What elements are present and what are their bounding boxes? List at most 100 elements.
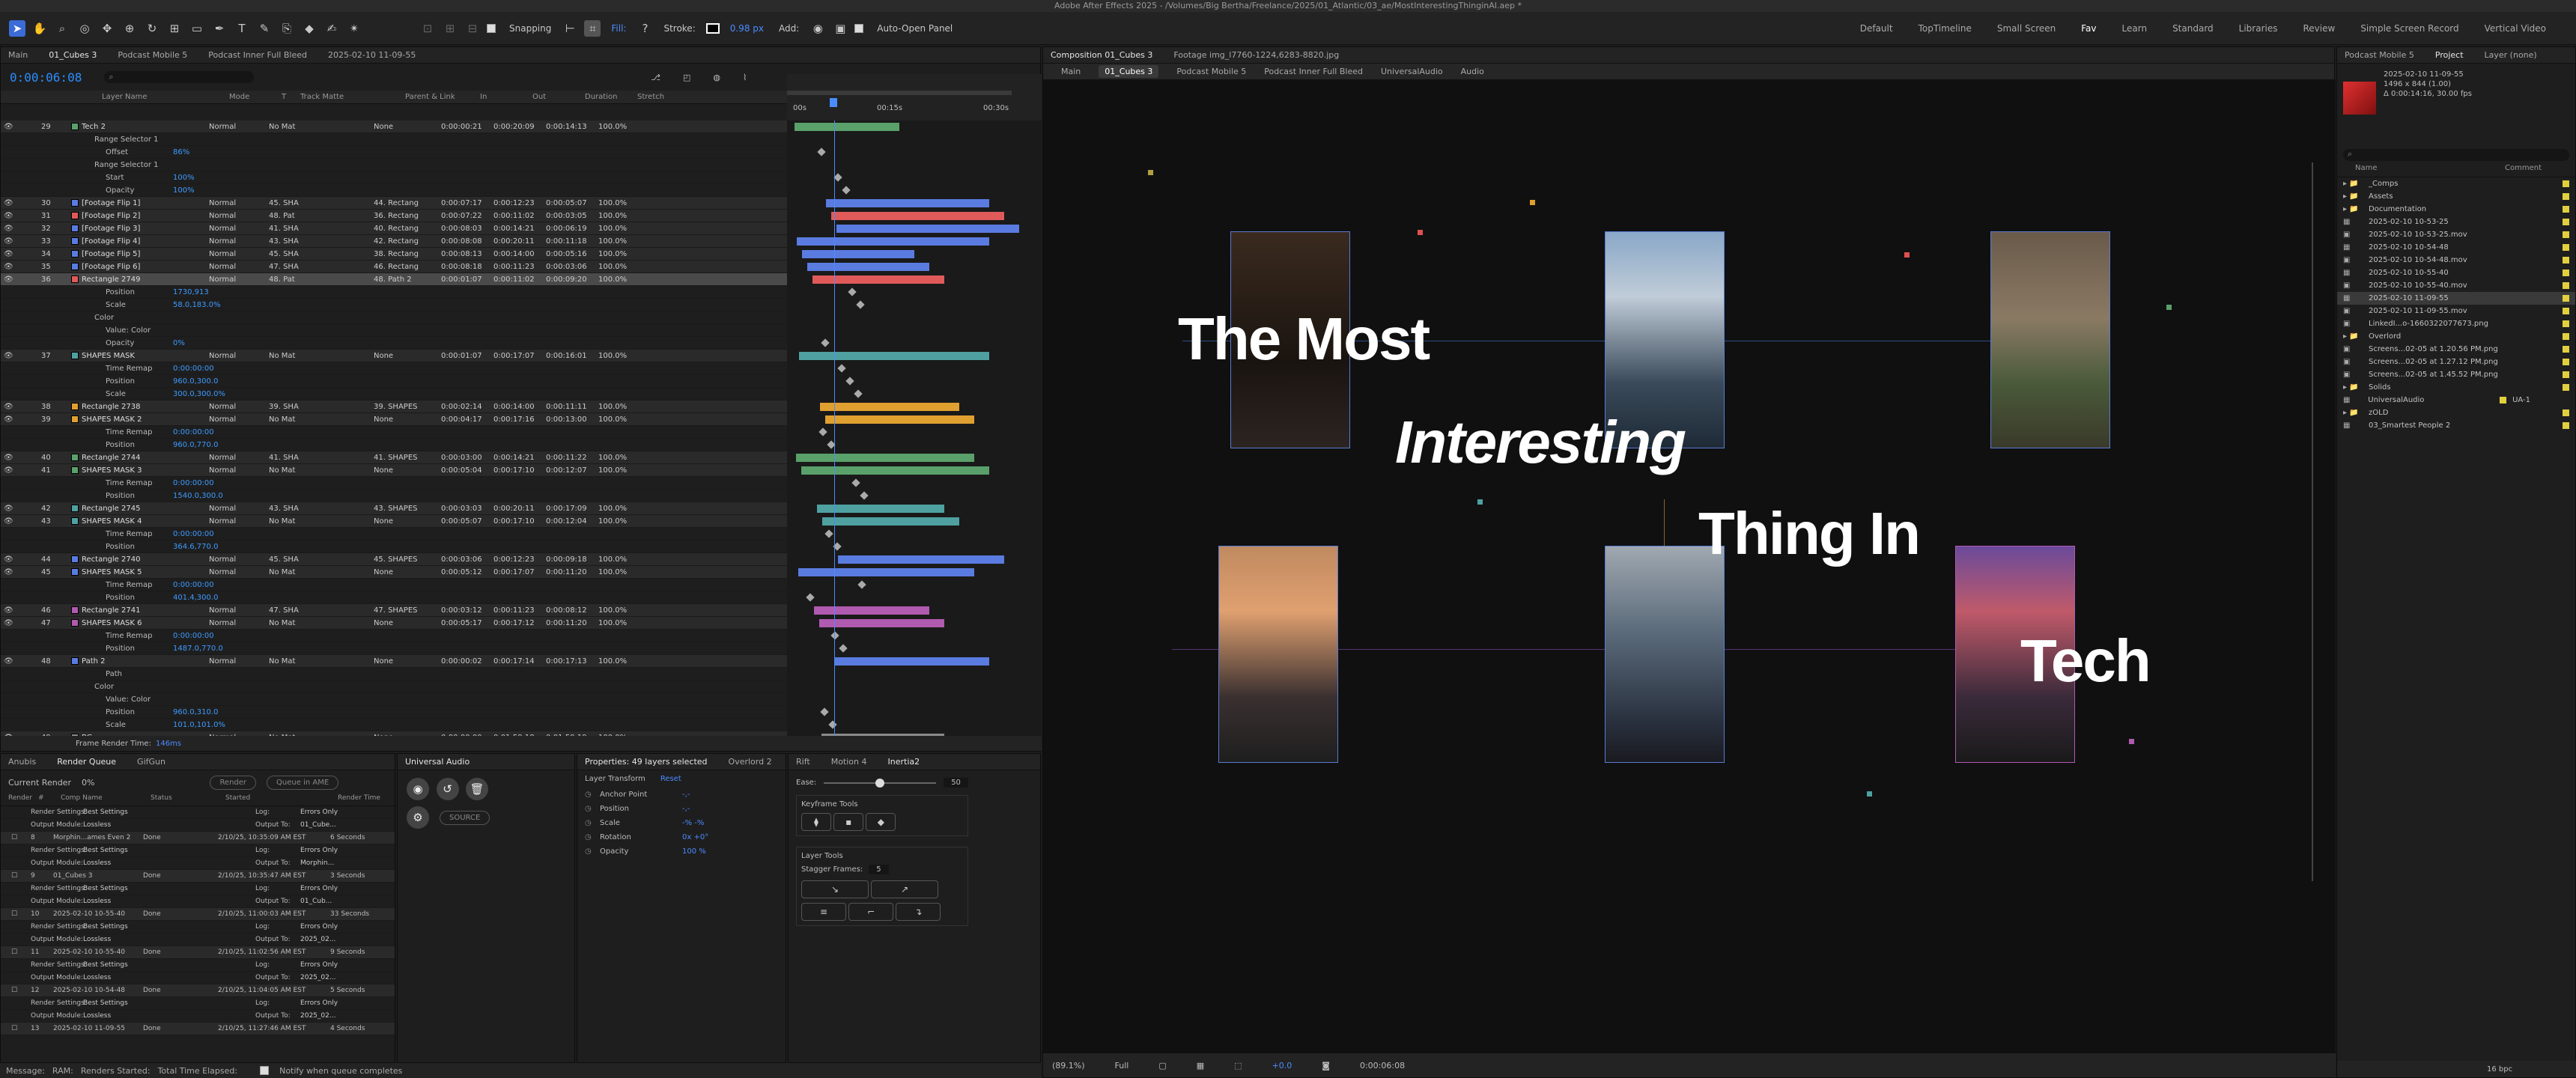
blend-mode[interactable]: Normal xyxy=(209,403,246,411)
layer-row[interactable]: 👁 40 Rectangle 2744 Normal 41. SHA 41. SHAPES… xyxy=(1,451,787,464)
property-row[interactable]: Opacity 0% xyxy=(1,337,787,350)
position-handle[interactable] xyxy=(2166,305,2172,310)
eye-icon[interactable]: 👁 xyxy=(4,237,14,246)
position-handle[interactable] xyxy=(2129,739,2134,744)
ease-value[interactable]: 50 xyxy=(944,778,968,788)
viewer-time[interactable]: 0:00:06:08 xyxy=(1360,1061,1405,1071)
project-item[interactable]: ▦ 03_Smartest People 2 xyxy=(2337,419,2575,432)
stretch[interactable]: 100.0% xyxy=(598,454,651,462)
stroke-swatch[interactable] xyxy=(705,22,720,34)
track-matte[interactable]: No Mat xyxy=(269,466,336,475)
label-color-swatch[interactable] xyxy=(71,352,79,359)
keyframe-marker[interactable] xyxy=(820,707,829,716)
label-color-swatch[interactable] xyxy=(71,454,79,461)
property-row[interactable]: Position 1540.0,300.0 xyxy=(1,490,787,502)
tab-2025-02-10[interactable]: 2025-02-10 11-09-55 xyxy=(328,50,416,60)
keyframe-ease-out-icon[interactable]: ◆ xyxy=(866,813,896,831)
comp-canvas[interactable]: The Most Interesting Thing In Tech xyxy=(1043,80,2336,1053)
property-value[interactable]: 960.0,310.0 xyxy=(173,708,218,716)
parent-link[interactable]: 39. SHAPES xyxy=(374,403,441,411)
mask-visibility-icon[interactable]: ⬚ xyxy=(1234,1061,1242,1071)
stretch[interactable]: 100.0% xyxy=(598,657,651,666)
setting-value[interactable]: Best Settings xyxy=(83,923,255,931)
stretch[interactable]: 100.0% xyxy=(598,619,651,627)
playhead-handle[interactable] xyxy=(830,98,837,107)
parent-link[interactable]: 42. Rectang xyxy=(374,237,441,246)
blend-mode[interactable]: Normal xyxy=(209,568,246,576)
render-setting-row[interactable]: Render Settings: Best Settings Log: Errors … xyxy=(1,883,395,895)
label-color-swatch[interactable] xyxy=(2563,422,2569,429)
in-point[interactable]: 0:00:07:17 xyxy=(441,199,493,207)
layer-row[interactable]: 👁 30 [Footage Flip 1] Normal 45. SHA 44. Rect… xyxy=(1,197,787,210)
orbit-tool-icon[interactable]: ◎ xyxy=(76,20,93,37)
layer-name[interactable]: SHAPES MASK 6 xyxy=(82,619,194,627)
tab-render-queue[interactable]: Render Queue xyxy=(57,757,116,767)
out-point[interactable]: 0:00:12:23 xyxy=(493,555,546,564)
track-matte[interactable]: 41. SHA xyxy=(269,225,336,233)
transform-property-value[interactable]: 0x +0° xyxy=(682,833,708,841)
property-value[interactable]: 86% xyxy=(173,148,189,156)
position-handle[interactable] xyxy=(1477,499,1483,505)
project-item[interactable]: ▸ 📁 Documentation xyxy=(2337,203,2575,216)
out-point[interactable]: 0:00:11:23 xyxy=(493,263,546,271)
eye-icon[interactable]: 👁 xyxy=(4,454,14,462)
in-point[interactable]: 0:00:08:18 xyxy=(441,263,493,271)
layer-row[interactable]: 👁 35 [Footage Flip 6] Normal 47. SHA 46. Rect… xyxy=(1,261,787,273)
property-row[interactable]: Position 1487.0,770.0 xyxy=(1,642,787,655)
eye-icon[interactable]: 👁 xyxy=(4,352,14,360)
rectangle-tool-icon[interactable]: ▭ xyxy=(189,20,205,37)
label-color-swatch[interactable] xyxy=(2563,409,2569,416)
footage-flip-4-photo[interactable] xyxy=(1218,546,1338,763)
parent-link[interactable]: None xyxy=(374,517,441,526)
zoom-dropdown[interactable]: (89.1%) xyxy=(1052,1061,1085,1071)
layer-name[interactable]: Rectangle 2745 xyxy=(82,505,194,513)
property-value[interactable]: 0:00:00:00 xyxy=(173,581,214,589)
parent-link[interactable]: 38. Rectang xyxy=(374,250,441,258)
duration[interactable]: 0:00:11:11 xyxy=(546,403,598,411)
stretch[interactable]: 100.0% xyxy=(598,212,651,220)
property-value[interactable]: 0:00:00:00 xyxy=(173,479,214,487)
out-point[interactable]: 0:00:17:10 xyxy=(493,466,546,475)
eraser-tool-icon[interactable]: ◆ xyxy=(301,20,318,37)
eye-icon[interactable]: 👁 xyxy=(4,263,14,271)
label-color-swatch[interactable] xyxy=(2563,219,2569,225)
label-color-swatch[interactable] xyxy=(2563,308,2569,314)
stopwatch-icon[interactable]: ◷ xyxy=(585,805,600,813)
keyframe-marker[interactable] xyxy=(845,377,854,386)
render-item[interactable]: ☐ 13 2025-02-10 11-09-55 Done 2/10/25, 11:27… xyxy=(1,1023,395,1035)
eye-icon[interactable]: 👁 xyxy=(4,555,14,564)
label-color-swatch[interactable] xyxy=(2563,193,2569,200)
label-color-swatch[interactable] xyxy=(71,275,79,283)
layer-row[interactable]: 👁 48 Path 2 Normal No Mat None 0:00:00:02 0:00:… xyxy=(1,655,787,668)
layer-row[interactable]: 👁 47 SHAPES MASK 6 Normal No Mat None 0:00:05:… xyxy=(1,617,787,630)
auto-open-checkbox[interactable] xyxy=(854,23,864,33)
track-matte[interactable]: 45. SHA xyxy=(269,199,336,207)
out-point[interactable]: 0:00:14:21 xyxy=(493,454,546,462)
keyframe-marker[interactable] xyxy=(817,147,826,156)
move-tool-icon[interactable]: ✥ xyxy=(99,20,115,37)
label-color-swatch[interactable] xyxy=(2563,206,2569,213)
setting-value[interactable]: Morphin... xyxy=(300,859,334,867)
out-point[interactable]: 0:00:20:09 xyxy=(493,123,546,131)
stopwatch-icon[interactable]: ◷ xyxy=(585,791,600,799)
stretch[interactable]: 100.0% xyxy=(598,225,651,233)
region-of-interest-icon[interactable]: ▢ xyxy=(1158,1061,1166,1071)
position-handle[interactable] xyxy=(1530,200,1535,205)
render-item[interactable]: ☐ 12 2025-02-10 10-54-48 Done 2/10/25, 11:04… xyxy=(1,984,395,997)
stagger-frames-input[interactable]: 5 xyxy=(869,865,889,874)
tab-podcast-mobile-5[interactable]: Podcast Mobile 5 xyxy=(118,50,187,60)
roto-mask-icon[interactable]: ▣ xyxy=(832,20,848,37)
property-row[interactable]: Color xyxy=(1,680,787,693)
tab-overlord-2[interactable]: Overlord 2 xyxy=(729,757,772,767)
blend-mode[interactable]: Normal xyxy=(209,225,246,233)
col-out[interactable]: Out xyxy=(532,93,585,101)
duration[interactable]: 0:00:09:18 xyxy=(546,555,598,564)
property-value[interactable]: 0:00:00:00 xyxy=(173,428,214,436)
project-item[interactable]: ▸ 📁 zOLD xyxy=(2337,406,2575,419)
pen-tool-icon[interactable]: ✒ xyxy=(211,20,228,37)
add-property-icon[interactable]: ◉ xyxy=(809,20,826,37)
layer-row[interactable]: 👁 36 Rectangle 2749 Normal 48. Pat 48. Path 2… xyxy=(1,273,787,286)
layer-row[interactable]: 👁 38 Rectangle 2738 Normal 39. SHA 39. SHAPES… xyxy=(1,401,787,413)
property-row[interactable]: Time Remap 0:00:00:00 xyxy=(1,477,787,490)
setting-value[interactable]: Errors Only xyxy=(300,961,338,969)
